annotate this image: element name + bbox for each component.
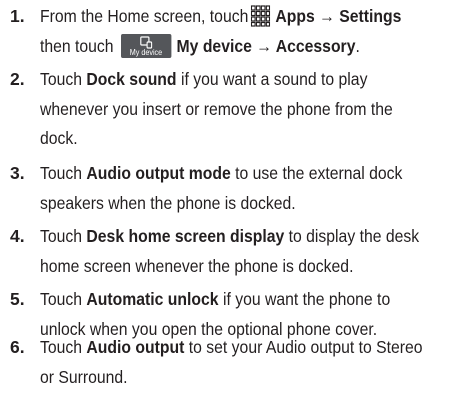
step-text: Touch Audio output mode to use the exter… xyxy=(40,159,418,218)
step-text: Touch Audio output to set your Audio out… xyxy=(40,333,423,392)
step-number: 1. xyxy=(10,6,25,26)
step-line: then touch My device My device → Accessory… xyxy=(40,32,418,62)
step-text-plain: if you want a sound to play xyxy=(180,69,368,89)
step-number: 4. xyxy=(10,226,25,246)
step-text-plain: Touch xyxy=(40,289,83,309)
step-text-plain: Touch xyxy=(40,69,83,89)
my-device-icon: My device xyxy=(120,33,172,58)
step-line: Touch Audio output mode to use the exter… xyxy=(40,159,418,189)
step-number: 3. xyxy=(10,163,25,183)
step-text-plain: Touch xyxy=(40,337,83,357)
setting-name: Desk home screen display xyxy=(86,226,285,246)
step-line: Touch Dock sound if you want a sound to … xyxy=(40,65,418,95)
step-text-plain: to use the external dock xyxy=(235,163,403,183)
setting-name: Automatic unlock xyxy=(86,289,219,309)
setting-name: Audio output xyxy=(86,337,185,357)
step-line: Touch Automatic unlock if you want the p… xyxy=(40,285,418,315)
step-line: dock. xyxy=(40,128,78,148)
apps-grid-icon xyxy=(251,5,271,27)
step-line: Touch Audio output to set your Audio out… xyxy=(40,333,423,363)
step-text-plain: to display the desk xyxy=(288,226,420,246)
step-text-plain: Touch xyxy=(40,163,83,183)
step-line: Touch Desk home screen display to displa… xyxy=(40,222,420,252)
step-line: or Surround. xyxy=(40,366,128,387)
step-text-plain: if you want the phone to xyxy=(222,289,391,309)
my-device-accessory-path: My device → Accessory xyxy=(176,35,356,56)
setting-name: Dock sound xyxy=(86,69,177,89)
my-device-icon-caption: My device xyxy=(129,47,163,57)
step-text: Touch Desk home screen display to displa… xyxy=(40,222,420,281)
step-text: Touch Dock sound if you want a sound to … xyxy=(40,65,418,154)
step-line: From the Home screen, touch Apps → Settin… xyxy=(40,2,418,32)
step-line: speakers when the phone is docked. xyxy=(40,192,296,213)
step-line: whenever you insert or remove the phone … xyxy=(40,98,393,119)
step-number: 5. xyxy=(10,289,25,309)
step-number: 2. xyxy=(10,69,25,89)
step-text-plain: Touch xyxy=(40,226,83,246)
step-text: From the Home screen, touch Apps → Settin… xyxy=(40,2,418,61)
step-line: home screen whenever the phone is docked… xyxy=(40,255,354,276)
step-punctuation: . xyxy=(355,35,360,56)
step-text-plain: then touch xyxy=(40,35,114,56)
step-text-plain: to set your Audio output to Stereo xyxy=(188,337,423,357)
step-text-plain: From the Home screen, touch xyxy=(40,6,249,26)
step-number: 6. xyxy=(10,337,25,357)
apps-settings-path: Apps → Settings xyxy=(275,6,402,26)
setting-name: Audio output mode xyxy=(86,163,231,183)
